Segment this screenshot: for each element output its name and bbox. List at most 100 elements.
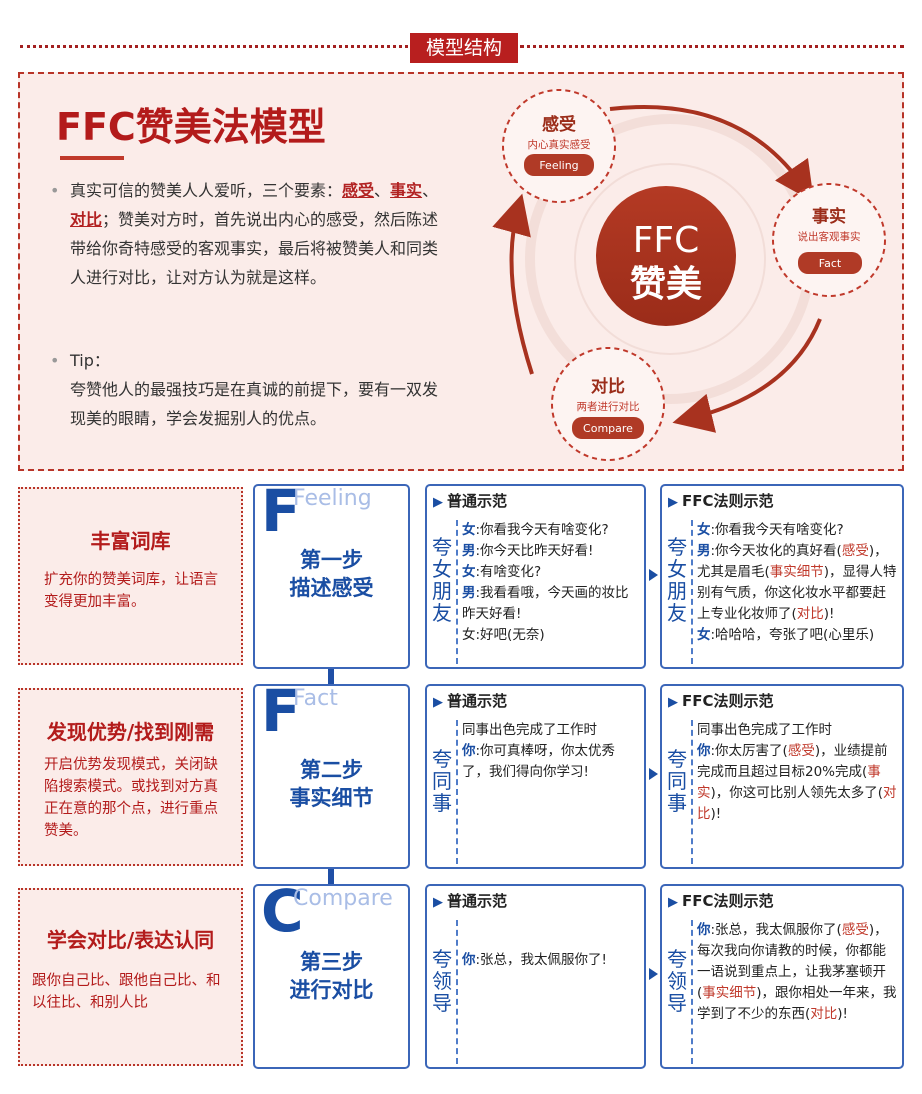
- tip-label: Tip：: [70, 351, 110, 370]
- speech: )!: [710, 806, 722, 822]
- bullet-dot-icon: •: [50, 351, 60, 370]
- tip-box-vocabulary: 丰富词库 扩充你的赞美词库，让语言变得更加丰富。: [18, 487, 243, 665]
- step-word: Compare: [293, 886, 393, 911]
- sep: 、: [374, 181, 391, 200]
- tag-compare: 对比: [796, 606, 824, 622]
- normal-example-2: ▶ 普通示范 夸 同 事 同事出色完成了工作时 你:你可真棒呀，你太优秀了，我们得…: [425, 684, 646, 869]
- tag-fact-detail: 事实细节: [769, 564, 824, 580]
- v-char: 同: [667, 769, 687, 793]
- step-fact: F Fact 第二步 事实细节: [253, 684, 410, 869]
- scenario-line: 同事出色完成了工作时: [462, 722, 597, 738]
- bullet-dot-icon: •: [50, 181, 60, 200]
- speech: )，你这可比别人领先太多了(: [710, 785, 884, 801]
- v-char: 女: [667, 557, 687, 581]
- step-title-1: 第二步: [300, 758, 363, 782]
- normal-example-head: ▶ 普通示范: [433, 890, 507, 911]
- speech: :有啥变化?: [475, 564, 542, 580]
- ffc-example-3: ▶ FFC法则示范 夸 领 导 你:张总，我太佩服你了(感受)，每次我向你请教的时…: [660, 884, 904, 1069]
- speaker: 男: [462, 585, 476, 601]
- speaker: 男: [462, 543, 476, 559]
- ffc-example-head: ▶ FFC法则示范: [668, 890, 774, 911]
- speaker: 你: [462, 743, 476, 759]
- vertical-label: 夸 同 事: [666, 748, 688, 814]
- node-fact-title: 事实: [812, 206, 846, 227]
- model-intro-panel: FFC赞美法模型 • 真实可信的赞美人人爱听，三个要素：感受、事实、对比；赞美对…: [18, 72, 904, 471]
- v-char: 夸: [667, 947, 687, 971]
- tip-box-desc: 开启优势发现模式，关闭缺陷搜索模式。或找到对方真正在意的那个点，进行重点赞美。: [44, 757, 218, 839]
- play-triangle-icon: ▶: [433, 495, 443, 510]
- arrow-right-icon: [649, 569, 658, 581]
- section-title: 模型结构: [410, 33, 518, 63]
- play-triangle-icon: ▶: [433, 895, 443, 910]
- v-char: 友: [667, 601, 687, 625]
- step-connector: [328, 869, 334, 885]
- speech: :哈哈哈，夸张了吧(心里乐): [710, 627, 875, 643]
- intro-text-post: ；赞美对方时，首先说出内心的感受，然后陈述带给你奇特感受的客观事实，最后将被赞美…: [70, 210, 439, 287]
- tip-box-compare: 学会对比/表达认同 跟你自己比、跟他自己比、和以往比、和别人比: [18, 888, 243, 1066]
- sep: 、: [422, 181, 439, 200]
- dialogue: 你:张总，我太佩服你了(感受)，每次我向你请教的时候，你都能一语说到重点上，让我…: [697, 920, 898, 1025]
- core-label-praise: 赞美: [630, 264, 702, 305]
- ffc-example-head: ▶ FFC法则示范: [668, 490, 774, 511]
- v-char: 夸: [667, 535, 687, 559]
- keyword-feeling: 感受: [342, 181, 375, 200]
- intro-bullet-text: 真实可信的赞美人人爱听，三个要素：感受、事实、对比；赞美对方时，首先说出内心的感…: [70, 176, 440, 292]
- tip-box-title: 发现优势/找到刚需: [46, 720, 215, 744]
- core-label-ffc: FFC: [633, 220, 700, 261]
- normal-example-head: ▶ 普通示范: [433, 690, 507, 711]
- vertical-label: 夸 领 导: [666, 948, 688, 1014]
- node-compare-pill-label: Compare: [583, 422, 633, 435]
- dialogue-line: 你:张总，我太佩服你了!: [462, 950, 640, 971]
- node-fact-sub: 说出客观事实: [798, 230, 861, 243]
- tip-box-title: 学会对比/表达认同: [46, 928, 215, 952]
- step-compare: C Compare 第三步 进行对比: [253, 884, 410, 1069]
- play-triangle-icon: ▶: [668, 895, 678, 910]
- arrow-right-icon: [649, 768, 658, 780]
- step-connector: [328, 669, 334, 685]
- dialogue-line: 男:你今天妆化的真好看(感受)，尤其是眉毛(事实细节)，显得人特别有气质，你这化…: [697, 541, 898, 625]
- dashed-divider: [456, 920, 458, 1064]
- head-label: FFC法则示范: [682, 692, 774, 710]
- keyword-fact: 事实: [390, 181, 423, 200]
- tag-feeling: 感受: [787, 743, 815, 759]
- node-compare-title: 对比: [591, 376, 625, 397]
- v-char: 夸: [667, 747, 687, 771]
- speech: :你看我今天有啥变化?: [475, 522, 609, 538]
- tag-compare: 对比: [810, 1006, 838, 1022]
- dialogue-line: 女:哈哈哈，夸张了吧(心里乐): [697, 625, 898, 646]
- speaker: 女: [697, 522, 711, 538]
- node-feeling-title: 感受: [542, 114, 576, 135]
- intro-bullet: • 真实可信的赞美人人爱听，三个要素：感受、事实、对比；赞美对方时，首先说出内心…: [50, 176, 440, 292]
- normal-example-head: ▶ 普通示范: [433, 490, 507, 511]
- step-title-1: 第一步: [300, 548, 363, 572]
- speech: :你可真棒呀，你太优秀了，我们得向你学习!: [462, 743, 616, 780]
- speaker: 你: [697, 922, 711, 938]
- speech: :你今天比昨天好看!: [475, 543, 594, 559]
- vertical-label: 夸 女 朋 友: [666, 536, 688, 624]
- arrow-right-icon: [649, 968, 658, 980]
- v-char: 导: [667, 991, 687, 1015]
- v-char: 女: [432, 557, 452, 581]
- speaker: 你: [462, 952, 476, 968]
- v-char: 夸: [432, 747, 452, 771]
- node-compare-sub: 两者进行对比: [577, 400, 640, 413]
- node-feeling-sub: 内心真实感受: [528, 138, 591, 151]
- dashed-divider: [691, 920, 693, 1064]
- speech: :我看看哦，今天画的妆比昨天好看!: [462, 585, 629, 622]
- speaker: 女: [462, 564, 476, 580]
- dialogue: 你:张总，我太佩服你了!: [462, 950, 640, 971]
- play-triangle-icon: ▶: [668, 695, 678, 710]
- dialogue: 女:你看我今天有啥变化? 男:你今天比昨天好看! 女:有啥变化? 男:我看看哦，…: [462, 520, 640, 646]
- play-triangle-icon: ▶: [433, 695, 443, 710]
- dashed-divider: [691, 720, 693, 864]
- v-char: 朋: [667, 579, 687, 603]
- tip-box-desc: 扩充你的赞美词库，让语言变得更加丰富。: [44, 572, 218, 610]
- v-char: 夸: [432, 535, 452, 559]
- speech: :张总，我太佩服你了!: [475, 952, 607, 968]
- tag-feeling: 感受: [841, 922, 869, 938]
- header-divider-right: [520, 45, 904, 48]
- ffc-example-head: ▶ FFC法则示范: [668, 690, 774, 711]
- step-title-2: 描述感受: [289, 576, 374, 600]
- dashed-divider: [456, 520, 458, 664]
- tip-box-strengths: 发现优势/找到刚需 开启优势发现模式，关闭缺陷搜索模式。或找到对方真正在意的那个…: [18, 688, 243, 866]
